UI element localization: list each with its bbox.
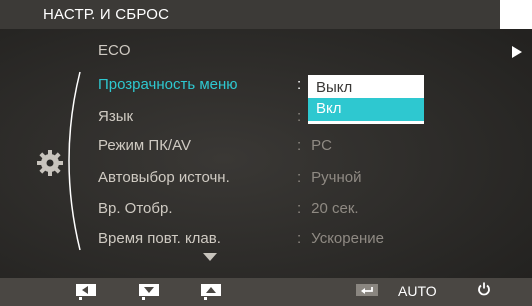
value-auto-source: : Ручной xyxy=(297,169,362,186)
dropdown-option-off[interactable]: Выкл xyxy=(308,78,424,99)
menu-item-eco[interactable]: ECO xyxy=(98,42,131,59)
menu-item-pc-av-mode[interactable]: Режим ПК/AV xyxy=(98,137,191,154)
page-title: НАСТР. И СБРОС xyxy=(43,6,170,23)
up-key-icon[interactable] xyxy=(201,284,221,300)
power-icon[interactable] xyxy=(477,282,491,296)
menu-item-language[interactable]: Язык xyxy=(98,108,133,125)
osd-menu: НАСТР. И СБРОС ECO Прозрачность меню Язы… xyxy=(0,0,532,306)
menu-item-display-time[interactable]: Вр. Отобр. xyxy=(98,200,173,217)
value-pc-av-mode: : PC xyxy=(297,137,333,154)
scroll-down-icon xyxy=(203,253,217,261)
gear-icon xyxy=(37,150,63,176)
down-key-icon[interactable] xyxy=(139,284,159,300)
value-key-repeat-time: : Ускорение xyxy=(297,230,384,247)
dropdown-option-on[interactable]: Вкл xyxy=(308,98,424,121)
menu-title-bar: НАСТР. И СБРОС xyxy=(0,0,500,29)
enter-key-icon[interactable] xyxy=(356,284,378,298)
menu-item-menu-transparency[interactable]: Прозрачность меню xyxy=(98,76,238,93)
osd-background xyxy=(0,29,532,279)
left-key-icon[interactable] xyxy=(76,284,96,300)
menu-item-auto-source[interactable]: Автовыбор источн. xyxy=(98,169,230,186)
transparency-dropdown: Выкл Вкл xyxy=(308,75,424,124)
auto-button[interactable]: AUTO xyxy=(398,283,437,299)
play-arrow-icon[interactable] xyxy=(512,46,522,58)
value-display-time: :20 сек. xyxy=(297,200,359,217)
menu-item-key-repeat-time[interactable]: Время повт. клав. xyxy=(98,230,221,247)
